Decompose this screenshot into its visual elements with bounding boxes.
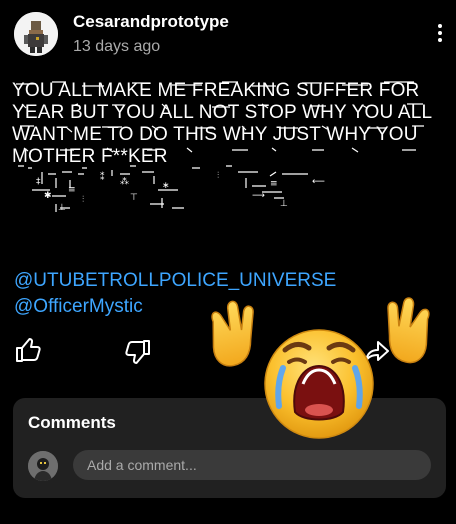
svg-text:⊥: ⊥ <box>280 199 288 209</box>
svg-text:⟶: ⟶ <box>252 191 265 201</box>
post-body: YOU ALL MAKE ME FREAKING SUFFER FOR YEAR… <box>12 80 442 220</box>
channel-name[interactable]: Cesarandprototype <box>73 12 229 32</box>
thumbs-up-icon[interactable] <box>14 336 44 366</box>
comments-title: Comments <box>28 413 116 432</box>
svg-text:‡: ‡ <box>36 177 41 187</box>
post-timestamp: 13 days ago <box>73 38 161 55</box>
mention-link[interactable]: @UTUBETROLLPOLICE_UNIVERSE <box>14 268 336 294</box>
svg-text:⁂: ⁂ <box>120 176 129 187</box>
post-header: Cesarandprototype 13 days ago <box>0 0 456 70</box>
post-text: YOU ALL MAKE ME FREAKING SUFFER FOR YEAR… <box>12 80 432 167</box>
svg-text:⫶: ⫶ <box>217 170 219 181</box>
crying-emoji-sticker <box>211 297 430 439</box>
channel-avatar[interactable] <box>14 12 58 56</box>
svg-text:⊤: ⊤ <box>130 193 138 203</box>
thumbs-down-icon[interactable] <box>122 336 152 366</box>
svg-text:⁑: ⁑ <box>100 171 105 183</box>
user-avatar <box>28 451 58 481</box>
svg-text:≡: ≡ <box>270 179 278 189</box>
more-vertical-icon[interactable] <box>430 22 450 48</box>
svg-text:≡: ≡ <box>68 185 76 195</box>
svg-text:∗: ∗ <box>162 181 170 191</box>
add-comment-input[interactable] <box>73 450 431 480</box>
svg-text:✱: ✱ <box>44 191 52 201</box>
svg-text:⫶: ⫶ <box>82 194 84 205</box>
svg-text:⟵: ⟵ <box>312 177 325 187</box>
svg-text:⊥: ⊥ <box>58 203 66 213</box>
